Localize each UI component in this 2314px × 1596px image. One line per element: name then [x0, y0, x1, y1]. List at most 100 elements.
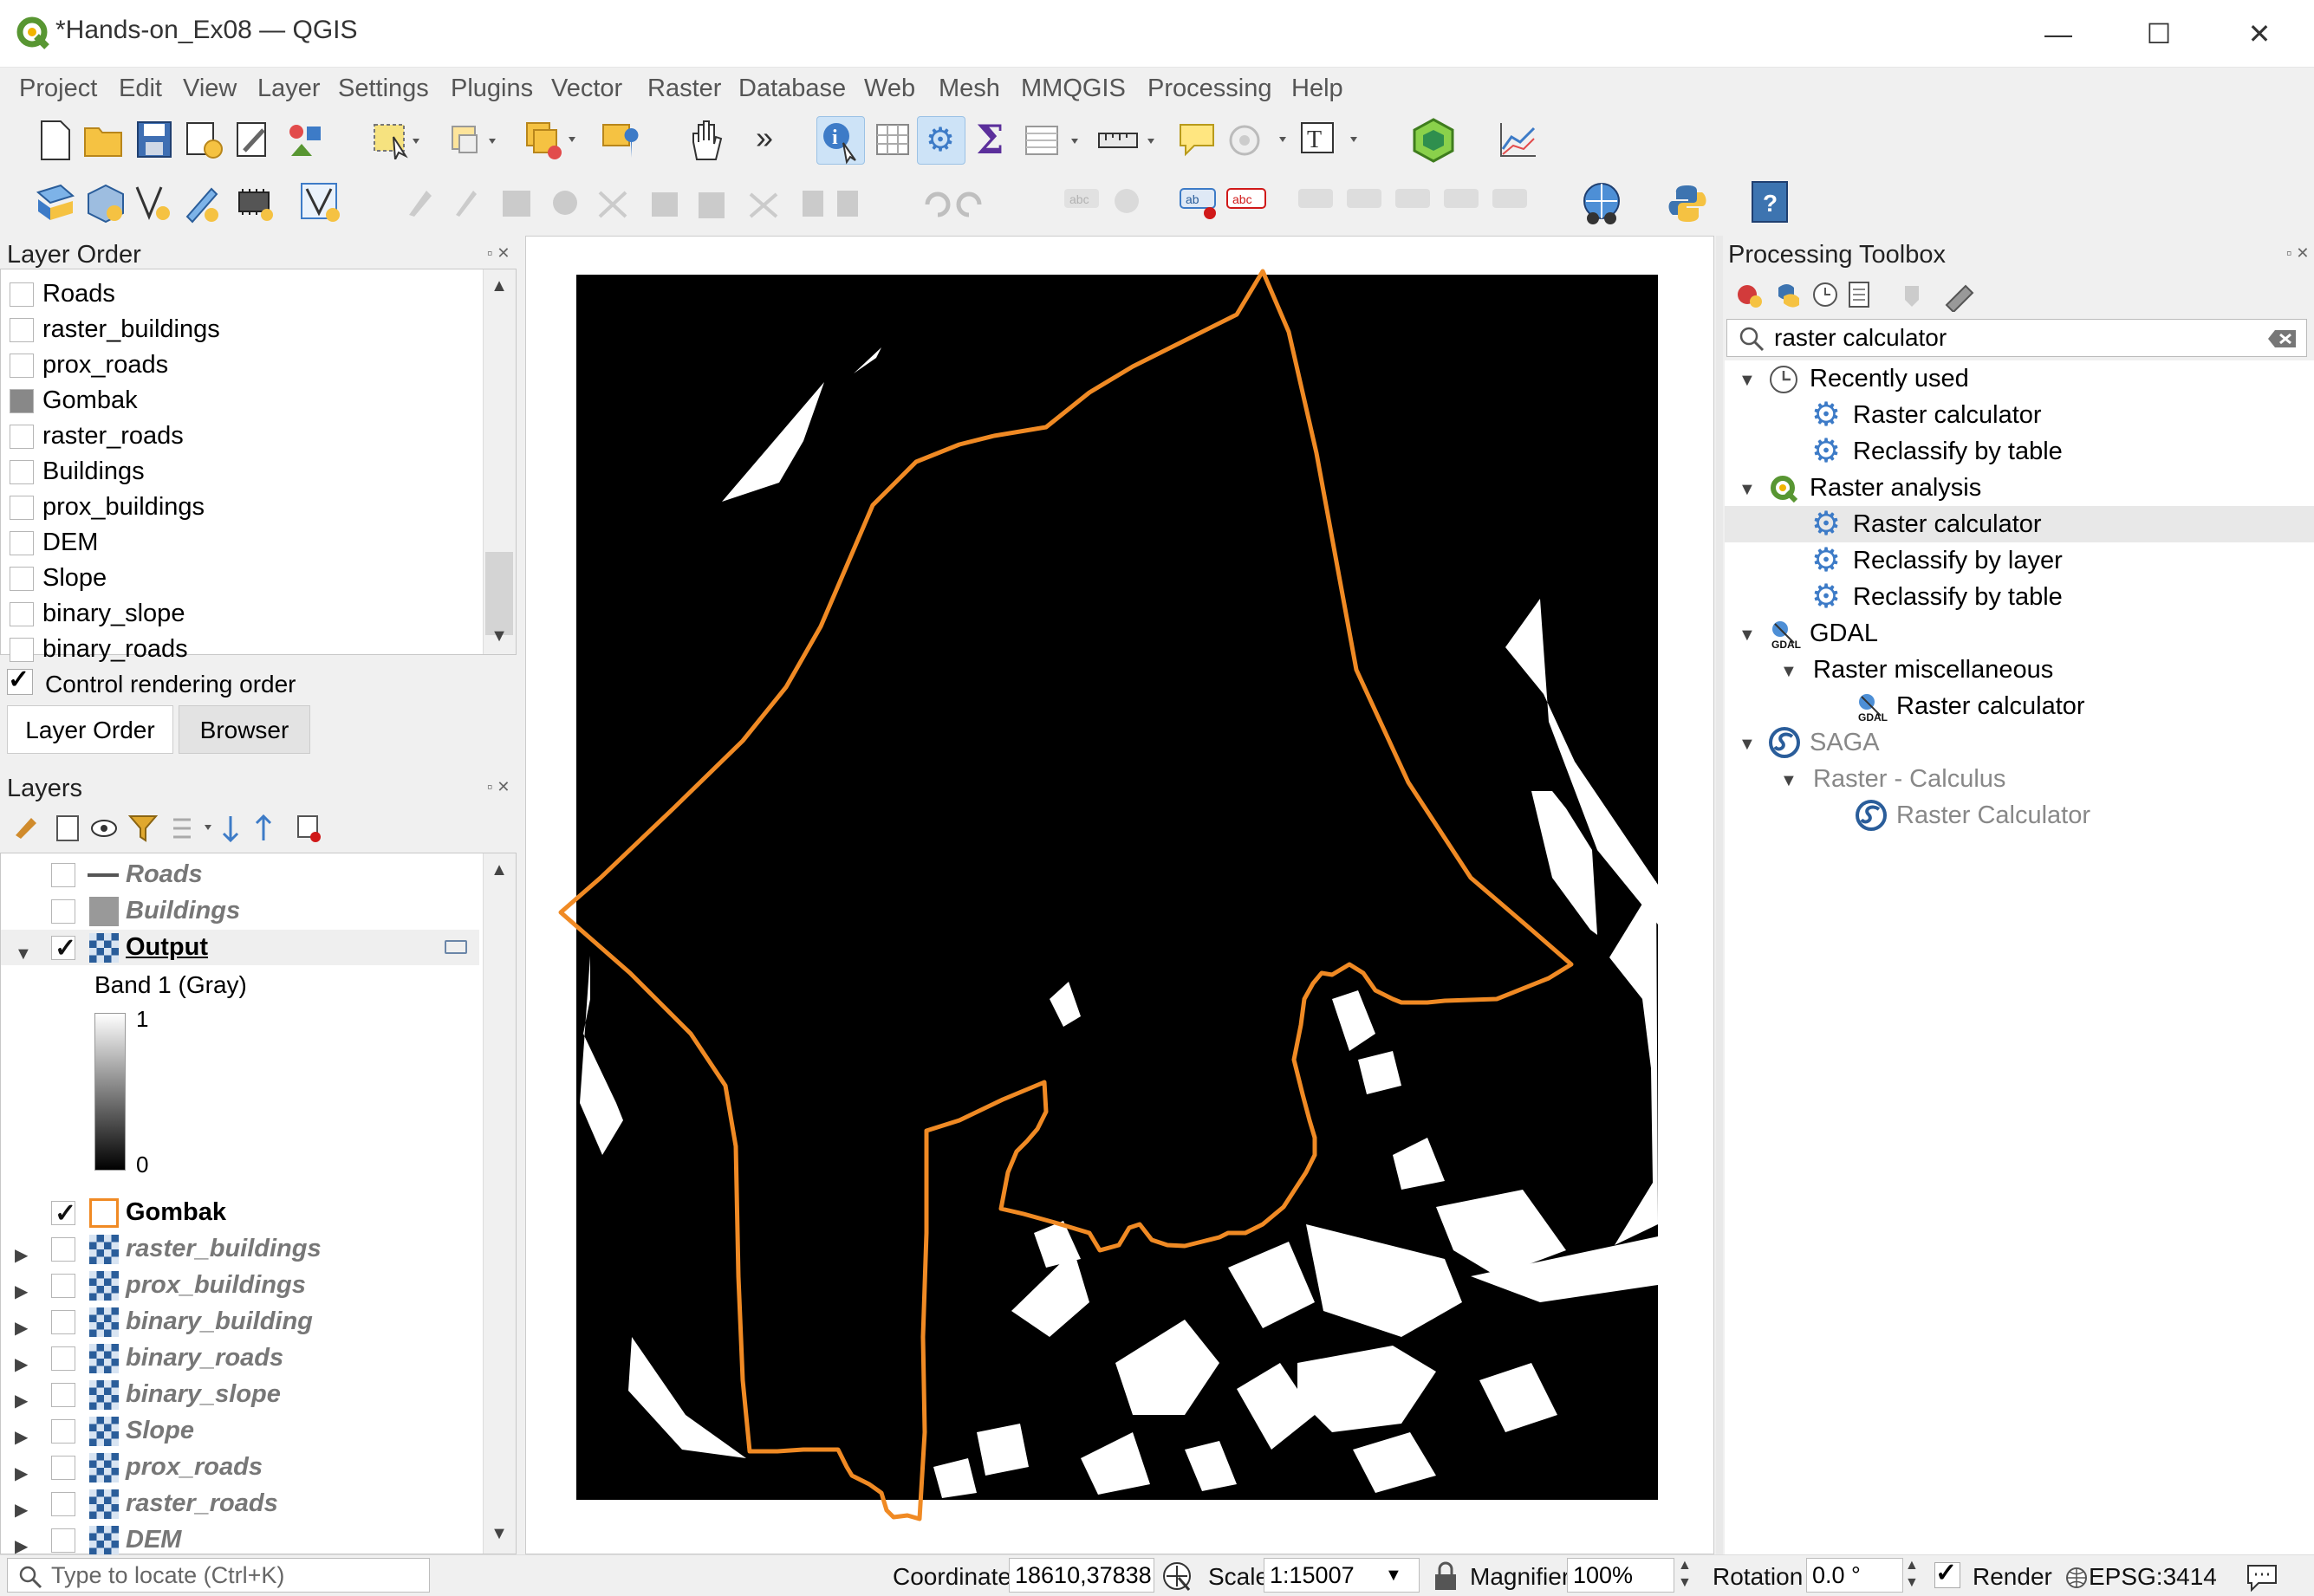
select-location-icon[interactable]: [600, 120, 643, 163]
group-raster-analysis[interactable]: Raster analysis: [1810, 470, 1981, 506]
magnifier-field[interactable]: 100%: [1567, 1558, 1674, 1593]
more-tools-icon[interactable]: »: [756, 120, 773, 156]
layer-visibility-checkbox[interactable]: [51, 1383, 75, 1407]
layer-order-item[interactable]: prox_buildings: [1, 490, 479, 525]
layer-order-item[interactable]: prox_roads: [1, 347, 479, 383]
layer-order-item[interactable]: Gombak: [1, 383, 479, 418]
layer-visibility-checkbox[interactable]: [51, 1274, 75, 1298]
layer-order-scrollbar[interactable]: ▲ ▼: [483, 269, 516, 654]
toolbox-dock-buttons[interactable]: ▫ ✕: [2286, 244, 2309, 263]
menu-project[interactable]: Project: [19, 75, 97, 103]
layer-visibility-checkbox[interactable]: [51, 1528, 75, 1553]
saga-raster-calculator[interactable]: Raster Calculator: [1896, 797, 2090, 834]
layer-order-checkbox[interactable]: [10, 318, 34, 342]
recent-raster-calculator[interactable]: Raster calculator: [1853, 397, 2042, 433]
layer-order-checkbox[interactable]: [10, 425, 34, 449]
open-project-icon[interactable]: [83, 121, 125, 159]
attribute-table-icon[interactable]: [874, 121, 912, 159]
layers-dock-buttons[interactable]: ▫ ✕: [487, 778, 510, 796]
layer-tree-item[interactable]: ▶ prox_buildings: [1, 1268, 479, 1303]
rotation-spinner[interactable]: ▲ ▼: [1905, 1557, 1919, 1592]
layer-order-item[interactable]: binary_slope: [1, 596, 479, 632]
recent-reclassify-by-table[interactable]: Reclassify by table: [1853, 433, 2063, 470]
layer-order-checkbox[interactable]: [10, 638, 34, 662]
raster-analysis-reclassify-by-table[interactable]: Reclassify by table: [1853, 579, 2063, 615]
layer-tree-item[interactable]: ▼Output: [1, 930, 479, 966]
group-raster-calculus[interactable]: Raster - Calculus: [1813, 761, 2005, 797]
map-canvas[interactable]: [525, 236, 1714, 1554]
raster-analysis-raster-calculator[interactable]: Raster calculator: [1853, 506, 2042, 542]
select-by-value-icon[interactable]: [447, 121, 501, 159]
menu-mesh[interactable]: Mesh: [939, 75, 1000, 103]
menu-raster[interactable]: Raster: [647, 75, 721, 103]
lock-scale-icon[interactable]: [1432, 1560, 1459, 1593]
statistics-sigma-icon[interactable]: Σ: [976, 116, 1004, 163]
layer-visibility-checkbox[interactable]: [51, 1492, 75, 1516]
menu-help[interactable]: Help: [1291, 75, 1343, 103]
layer-order-list[interactable]: ▲ ▼ Roads raster_buildings prox_roads Gomba…: [0, 269, 517, 663]
gdal-raster-calculator[interactable]: Raster calculator: [1896, 688, 2085, 724]
deselect-features-icon[interactable]: [523, 120, 581, 161]
menu-layer[interactable]: Layer: [257, 75, 321, 103]
layer-tree-item[interactable]: ▶ binary_roads: [1, 1340, 479, 1376]
layers-scroll-up-icon[interactable]: ▲: [484, 860, 515, 880]
layers-tree[interactable]: ▲ ▼ RoadsBuildings▼OutputGombak▶raster_b…: [0, 853, 517, 1556]
layer-visibility-checkbox[interactable]: [51, 1346, 75, 1371]
toggle-extents-icon[interactable]: [1161, 1560, 1194, 1593]
messages-icon[interactable]: [2245, 1562, 2279, 1592]
layer-order-checkbox[interactable]: [10, 602, 34, 626]
quickmapservices-icon[interactable]: [1579, 180, 1628, 227]
layer-visibility-checkbox[interactable]: [51, 899, 75, 924]
plugin-hexagon-icon[interactable]: [1411, 118, 1456, 163]
profile-tool-icon[interactable]: [1496, 120, 1539, 161]
layer-order-item[interactable]: raster_roads: [1, 418, 479, 454]
new-geopackage-icon[interactable]: [85, 182, 127, 224]
layer-tree-item[interactable]: ▶ binary_slope: [1, 1377, 479, 1412]
layer-order-checkbox[interactable]: [10, 496, 34, 520]
expand-saga-calculus-arrow-icon[interactable]: ▼: [1780, 771, 1797, 791]
layer-order-item[interactable]: raster_buildings: [1, 312, 479, 347]
group-recently-used[interactable]: Recently used: [1810, 360, 1969, 397]
rotation-field[interactable]: 0.0 °: [1806, 1558, 1903, 1593]
layer-order-checkbox[interactable]: [10, 282, 34, 307]
layer-tree-item[interactable]: ▶ binary_building: [1, 1304, 479, 1340]
crs-button[interactable]: EPSG:3414: [2089, 1563, 2217, 1591]
label-highlight-icon[interactable]: ab abc: [1179, 184, 1271, 224]
new-shapefile-icon[interactable]: [132, 182, 173, 224]
layer-order-item[interactable]: DEM: [1, 525, 479, 561]
close-button[interactable]: ✕: [2229, 12, 2290, 55]
coordinate-field[interactable]: 18610,37838: [1009, 1558, 1154, 1593]
layer-tree-item[interactable]: Gombak: [1, 1195, 479, 1231]
new-virtual-layer-icon[interactable]: [234, 184, 276, 222]
layout-manager-icon[interactable]: [286, 121, 324, 159]
locate-search-field[interactable]: Type to locate (Ctrl+K): [7, 1558, 430, 1593]
in-memory-layer-icon[interactable]: [445, 940, 467, 954]
expand-gdal-misc-arrow-icon[interactable]: ▼: [1780, 662, 1797, 682]
open-table-icon[interactable]: [1023, 121, 1089, 159]
layer-tree-item[interactable]: ▶ Slope: [1, 1413, 479, 1449]
menu-mmqgis[interactable]: MMQGIS: [1021, 75, 1126, 103]
menu-web[interactable]: Web: [864, 75, 915, 103]
magnifier-spinner[interactable]: ▲ ▼: [1678, 1557, 1692, 1592]
menu-view[interactable]: View: [183, 75, 237, 103]
expand-gdal-arrow-icon[interactable]: ▼: [1739, 626, 1756, 646]
menu-settings[interactable]: Settings: [338, 75, 429, 103]
identify-button[interactable]: i: [816, 116, 865, 165]
raster-analysis-reclassify-by-layer[interactable]: Reclassify by layer: [1853, 542, 2063, 579]
scroll-thumb[interactable]: [485, 552, 513, 635]
layer-visibility-checkbox[interactable]: [51, 1456, 75, 1480]
toolbox-tree[interactable]: ▼ Recently used ⚙ Raster calculator ⚙ Re…: [1725, 360, 2314, 1554]
group-raster-miscellaneous[interactable]: Raster miscellaneous: [1813, 652, 2053, 688]
measure-line-icon[interactable]: [1097, 123, 1167, 158]
control-rendering-checkbox[interactable]: ✓: [7, 667, 33, 695]
menu-vector[interactable]: Vector: [551, 75, 622, 103]
layer-tree-item[interactable]: Buildings: [1, 893, 479, 929]
layer-visibility-checkbox[interactable]: [51, 1196, 76, 1231]
layer-visibility-checkbox[interactable]: [51, 931, 76, 966]
layer-tree-item[interactable]: ▶ raster_buildings: [1, 1231, 479, 1267]
menu-plugins[interactable]: Plugins: [451, 75, 533, 103]
python-console-icon[interactable]: [1666, 182, 1709, 225]
map-tips-icon[interactable]: [1177, 120, 1219, 161]
select-features-icon[interactable]: [371, 121, 425, 159]
layer-tree-item[interactable]: ▶ prox_roads: [1, 1450, 479, 1485]
